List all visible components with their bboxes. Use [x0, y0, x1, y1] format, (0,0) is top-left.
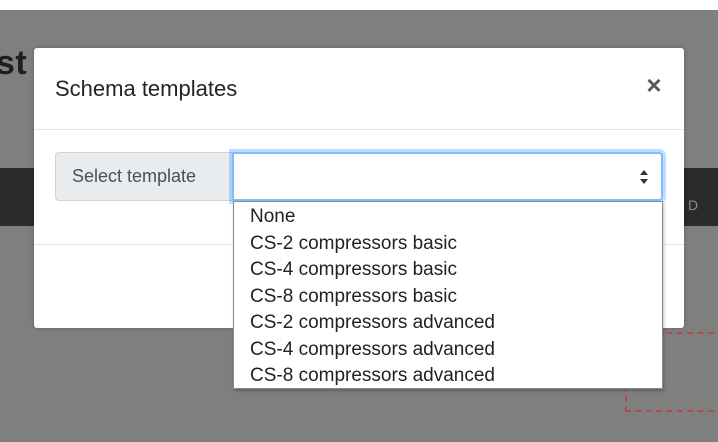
template-select[interactable]: [232, 152, 663, 201]
option-cs2-basic[interactable]: CS-2 compressors basic: [234, 231, 662, 258]
template-input-group: Select template: [55, 152, 663, 201]
option-cs2-advanced[interactable]: CS-2 compressors advanced: [234, 310, 662, 337]
close-icon: ×: [646, 70, 662, 100]
option-cs8-basic[interactable]: CS-8 compressors basic: [234, 284, 662, 311]
option-cs4-advanced[interactable]: CS-4 compressors advanced: [234, 337, 662, 364]
close-button[interactable]: ×: [640, 71, 668, 99]
background-nav-item: D: [688, 197, 699, 213]
background-page-title: st: [0, 44, 28, 82]
option-cs8-advanced[interactable]: CS-8 compressors advanced: [234, 363, 662, 390]
option-none[interactable]: None: [234, 204, 662, 231]
modal-title: Schema templates: [55, 76, 238, 101]
chevron-up-down-icon: [640, 170, 648, 184]
template-options-list: None CS-2 compressors basic CS-4 compres…: [233, 201, 663, 389]
option-cs4-basic[interactable]: CS-4 compressors basic: [234, 257, 662, 284]
top-strip: [0, 0, 718, 10]
modal-header: Schema templates ×: [34, 48, 684, 130]
select-template-label: Select template: [55, 152, 232, 201]
